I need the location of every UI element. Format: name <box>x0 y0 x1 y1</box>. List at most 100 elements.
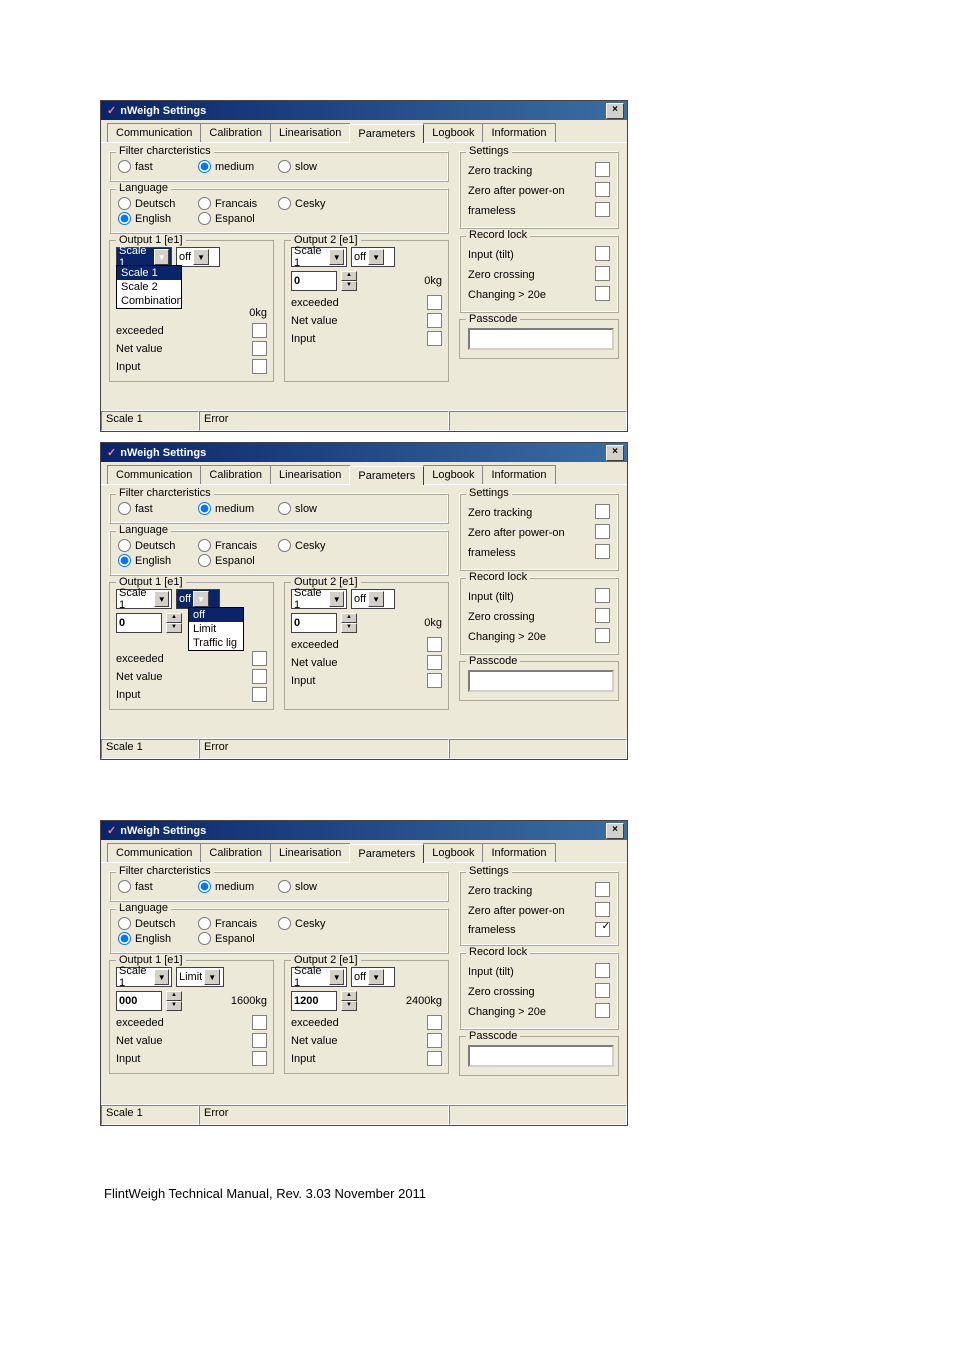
output2-input-check[interactable] <box>427 673 442 688</box>
output2-scale-select[interactable]: Scale 1▼ <box>291 967 347 987</box>
passcode-input[interactable] <box>468 328 614 350</box>
output1-scale-select[interactable]: Scale 1▼ <box>116 967 172 987</box>
radio-slow[interactable]: slow <box>278 160 348 173</box>
spin-buttons[interactable]: ▲▼ <box>166 613 182 633</box>
radio-deutsch[interactable]: Deutsch <box>118 539 188 552</box>
chevron-down-icon[interactable]: ▼ <box>329 249 344 265</box>
tab-information[interactable]: Information <box>482 465 555 484</box>
output2-mode-select[interactable]: off▼ <box>351 967 395 987</box>
radio-francais[interactable]: Francais <box>198 917 268 930</box>
scale-dropdown-list[interactable]: Scale 1 Scale 2 Combination <box>116 265 182 309</box>
radio-fast[interactable]: fast <box>118 880 188 893</box>
output1-input-check[interactable] <box>252 359 267 374</box>
tab-parameters[interactable]: Parameters <box>349 844 424 863</box>
changing-check[interactable] <box>595 286 610 301</box>
tab-parameters[interactable]: Parameters <box>349 466 424 485</box>
zeroafter-check[interactable] <box>595 902 610 917</box>
tab-communication[interactable]: Communication <box>107 843 201 862</box>
output1-exceeded-check[interactable] <box>252 651 267 666</box>
radio-english[interactable]: English <box>118 212 188 225</box>
chevron-down-icon[interactable]: ▼ <box>368 969 384 985</box>
output2-exceeded-check[interactable] <box>427 637 442 652</box>
output1-exceeded-check[interactable] <box>252 1015 267 1030</box>
dropdown-item-off[interactable]: off <box>189 608 243 622</box>
radio-cesky[interactable]: Cesky <box>278 917 348 930</box>
dropdown-item-traffic[interactable]: Traffic lig <box>189 636 243 650</box>
changing-check[interactable] <box>595 1003 610 1018</box>
output2-mode-select[interactable]: off▼ <box>351 589 395 609</box>
output2-spin[interactable]: 1200 <box>291 991 337 1011</box>
close-button[interactable]: × <box>606 445 624 461</box>
tab-calibration[interactable]: Calibration <box>200 465 271 484</box>
spin-buttons[interactable]: ▲▼ <box>341 613 357 633</box>
spin-buttons[interactable]: ▲▼ <box>341 991 357 1011</box>
output1-mode-select[interactable]: Limit▼ <box>176 967 224 987</box>
radio-medium[interactable]: medium <box>198 502 268 515</box>
radio-cesky[interactable]: Cesky <box>278 197 348 210</box>
chevron-down-icon[interactable]: ▼ <box>368 591 384 607</box>
tab-information[interactable]: Information <box>482 123 555 142</box>
output1-exceeded-check[interactable] <box>252 323 267 338</box>
output2-input-check[interactable] <box>427 1051 442 1066</box>
chevron-down-icon[interactable]: ▼ <box>154 249 169 265</box>
mode-dropdown-list[interactable]: off Limit Traffic lig <box>188 607 244 651</box>
output2-scale-select[interactable]: Scale 1▼ <box>291 247 347 267</box>
radio-slow[interactable]: slow <box>278 880 348 893</box>
zeroafter-check[interactable] <box>595 524 610 539</box>
radio-deutsch[interactable]: Deutsch <box>118 197 188 210</box>
radio-fast[interactable]: fast <box>118 502 188 515</box>
zerocrossing-check[interactable] <box>595 983 610 998</box>
frameless-check[interactable] <box>595 202 610 217</box>
close-button[interactable]: × <box>606 103 624 119</box>
zerotracking-check[interactable] <box>595 162 610 177</box>
output1-netvalue-check[interactable] <box>252 1033 267 1048</box>
changing-check[interactable] <box>595 628 610 643</box>
output1-spin[interactable]: 000 <box>116 991 162 1011</box>
dropdown-item-limit[interactable]: Limit <box>189 622 243 636</box>
chevron-down-icon[interactable]: ▼ <box>329 591 344 607</box>
radio-francais[interactable]: Francais <box>198 197 268 210</box>
inputtilt-check[interactable] <box>595 963 610 978</box>
zerocrossing-check[interactable] <box>595 266 610 281</box>
dropdown-item-combination[interactable]: Combination <box>117 294 181 308</box>
chevron-down-icon[interactable]: ▼ <box>368 249 384 265</box>
radio-medium[interactable]: medium <box>198 880 268 893</box>
output2-exceeded-check[interactable] <box>427 295 442 310</box>
tab-calibration[interactable]: Calibration <box>200 843 271 862</box>
radio-medium[interactable]: medium <box>198 160 268 173</box>
radio-espanol[interactable]: Espanol <box>198 932 268 945</box>
zeroafter-check[interactable] <box>595 182 610 197</box>
close-button[interactable]: × <box>606 823 624 839</box>
output1-scale-select[interactable]: Scale 1▼ <box>116 589 172 609</box>
output1-input-check[interactable] <box>252 687 267 702</box>
output1-netvalue-check[interactable] <box>252 669 267 684</box>
zerotracking-check[interactable] <box>595 882 610 897</box>
output2-scale-select[interactable]: Scale 1▼ <box>291 589 347 609</box>
output1-input-check[interactable] <box>252 1051 267 1066</box>
zerotracking-check[interactable] <box>595 504 610 519</box>
output2-netvalue-check[interactable] <box>427 655 442 670</box>
inputtilt-check[interactable] <box>595 588 610 603</box>
tab-calibration[interactable]: Calibration <box>200 123 271 142</box>
chevron-down-icon[interactable]: ▼ <box>204 969 220 985</box>
tab-communication[interactable]: Communication <box>107 123 201 142</box>
radio-deutsch[interactable]: Deutsch <box>118 917 188 930</box>
output2-input-check[interactable] <box>427 331 442 346</box>
radio-fast[interactable]: fast <box>118 160 188 173</box>
chevron-down-icon[interactable]: ▼ <box>154 969 169 985</box>
output2-spin[interactable]: 0 <box>291 613 337 633</box>
frameless-check[interactable] <box>595 544 610 559</box>
zerocrossing-check[interactable] <box>595 608 610 623</box>
tab-logbook[interactable]: Logbook <box>423 465 483 484</box>
tab-parameters[interactable]: Parameters <box>349 124 424 143</box>
chevron-down-icon[interactable]: ▼ <box>193 591 209 607</box>
tab-linearisation[interactable]: Linearisation <box>270 465 350 484</box>
dropdown-item-scale2[interactable]: Scale 2 <box>117 280 181 294</box>
output1-spin[interactable]: 0 <box>116 613 162 633</box>
spin-buttons[interactable]: ▲▼ <box>341 271 357 291</box>
tab-linearisation[interactable]: Linearisation <box>270 843 350 862</box>
passcode-input[interactable] <box>468 670 614 692</box>
frameless-check[interactable] <box>595 922 610 937</box>
radio-francais[interactable]: Francais <box>198 539 268 552</box>
output2-spin[interactable]: 0 <box>291 271 337 291</box>
